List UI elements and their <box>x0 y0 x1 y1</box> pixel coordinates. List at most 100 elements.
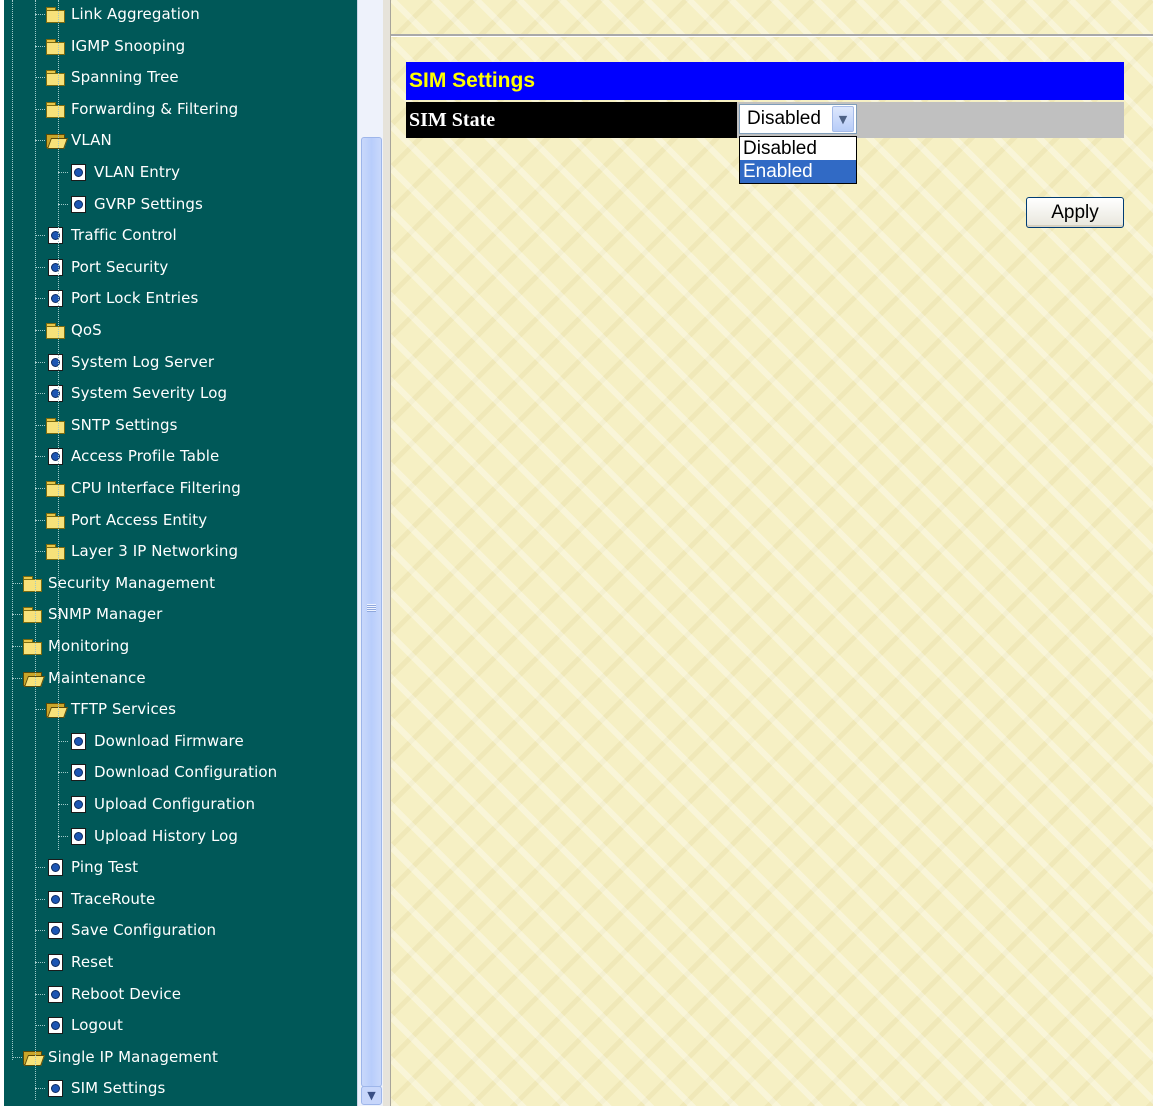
nav-item[interactable]: VLAN <box>45 129 112 151</box>
nav-item[interactable]: IGMP Snooping <box>45 35 185 57</box>
top-divider <box>391 34 1153 37</box>
nav-scrollbar[interactable]: ▼ <box>357 0 384 1106</box>
nav-item[interactable]: Download Configuration <box>68 761 277 783</box>
chevron-down-icon[interactable]: ▼ <box>832 106 854 132</box>
nav-item-label: GVRP Settings <box>94 194 203 213</box>
page-icon <box>45 227 65 245</box>
nav-item[interactable]: Forwarding & Filtering <box>45 98 238 120</box>
sim-state-selected-value: Disabled <box>747 108 821 129</box>
nav-item-label: Access Profile Table <box>71 447 220 466</box>
tree-connector <box>35 519 45 521</box>
nav-item[interactable]: Save Configuration <box>45 919 216 941</box>
page-title-bar: SIM Settings <box>406 62 1124 100</box>
tree-connector <box>58 772 68 774</box>
nav-item[interactable]: Single IP Management <box>22 1046 218 1068</box>
nav-item[interactable]: GVRP Settings <box>68 193 203 215</box>
page-icon <box>68 164 88 181</box>
page-icon <box>68 732 88 750</box>
nav-item[interactable]: System Severity Log <box>45 382 227 404</box>
nav-item[interactable]: Spanning Tree <box>45 66 179 88</box>
tree-guide-line <box>12 0 13 1060</box>
nav-item-label: Single IP Management <box>48 1047 218 1066</box>
nav-item[interactable]: Layer 3 IP Networking <box>45 540 238 562</box>
nav-item-label: Upload Configuration <box>94 795 256 813</box>
folder-icon <box>45 101 65 118</box>
nav-item[interactable]: Port Security <box>45 256 168 278</box>
nav-item[interactable]: Link Aggregation <box>45 3 200 25</box>
scrollbar-grip-icon <box>367 604 376 612</box>
nav-item-label: Maintenance <box>48 668 146 687</box>
nav-item[interactable]: VLAN Entry <box>68 161 180 183</box>
nav-item[interactable]: CPU Interface Filtering <box>45 477 241 499</box>
folder-open-icon <box>45 132 65 149</box>
apply-button[interactable]: Apply <box>1026 197 1124 228</box>
nav-item[interactable]: System Log Server <box>45 351 214 373</box>
page-icon <box>45 1017 65 1035</box>
nav-item[interactable]: Port Access Entity <box>45 509 207 531</box>
tree-connector <box>58 804 68 805</box>
dropdown-option-enabled[interactable]: Enabled <box>740 160 856 183</box>
tree-connector <box>35 330 45 331</box>
nav-item[interactable]: Ping Test <box>45 856 138 878</box>
nav-item[interactable]: Traffic Control <box>45 224 177 246</box>
tree-connector <box>58 203 68 205</box>
nav-item[interactable]: SNTP Settings <box>45 414 178 436</box>
folder-icon <box>45 417 65 434</box>
nav-item[interactable]: Monitoring <box>22 635 129 657</box>
sim-state-select[interactable]: Disabled ▼ <box>739 104 857 134</box>
nav-item[interactable]: Port Lock Entries <box>45 287 198 309</box>
nav-item-label: Link Aggregation <box>71 5 200 23</box>
nav-item[interactable]: TraceRoute <box>45 888 155 910</box>
nav-item[interactable]: QoS <box>45 319 102 341</box>
tree-connector <box>12 1056 22 1058</box>
tree-connector <box>35 14 45 15</box>
nav-item[interactable]: Reboot Device <box>45 983 181 1005</box>
dropdown-option-disabled[interactable]: Disabled <box>740 137 856 160</box>
nav-item-label: TraceRoute <box>71 889 156 908</box>
nav-item[interactable]: Logout <box>45 1014 123 1036</box>
tree-connector <box>12 614 22 616</box>
tree-connector <box>35 108 45 110</box>
sim-state-label-cell: SIM State <box>406 102 737 138</box>
nav-item[interactable]: Upload History Log <box>68 825 238 847</box>
tree-connector <box>35 361 45 363</box>
tree-connector <box>35 993 45 995</box>
tree-connector <box>58 835 68 837</box>
page-icon <box>45 290 65 308</box>
nav-item[interactable]: Security Management <box>22 572 215 594</box>
nav-item-label: Ping Test <box>71 858 139 877</box>
nav-item[interactable]: Maintenance <box>22 667 146 689</box>
nav-item[interactable]: SIM Settings <box>45 1077 165 1099</box>
nav-item-label: Logout <box>71 1016 123 1035</box>
tree-connector <box>35 551 45 553</box>
frame-splitter[interactable] <box>383 0 391 1106</box>
nav-item-label: Save Configuration <box>71 921 217 940</box>
nav-item-label: Reset <box>71 953 114 971</box>
scrollbar-thumb[interactable] <box>361 137 382 1087</box>
sim-state-label: SIM State <box>409 108 496 131</box>
page-title: SIM Settings <box>409 69 536 92</box>
folder-icon <box>45 322 65 339</box>
tree-guide-line <box>58 0 59 850</box>
nav-item[interactable]: SNMP Manager <box>22 603 162 625</box>
tree-connector <box>35 77 45 79</box>
folder-icon <box>45 6 65 23</box>
nav-item[interactable]: Access Profile Table <box>45 445 219 467</box>
page-icon <box>45 922 65 940</box>
nav-item[interactable]: TFTP Services <box>45 698 176 720</box>
tree-connector <box>12 677 22 679</box>
nav-item-label: SNMP Manager <box>48 605 163 624</box>
nav-item-label: Port Security <box>71 257 169 276</box>
page-icon <box>45 258 65 276</box>
nav-item[interactable]: Upload Configuration <box>68 793 255 815</box>
scroll-down-arrow-icon[interactable]: ▼ <box>361 1086 382 1105</box>
tree-connector <box>35 298 45 300</box>
nav-item[interactable]: Download Firmware <box>68 730 244 752</box>
page-icon <box>45 448 65 466</box>
nav-item[interactable]: Reset <box>45 951 113 973</box>
tree-connector <box>35 1088 45 1090</box>
folder-icon <box>45 38 65 55</box>
nav-item-label: TFTP Services <box>71 700 177 719</box>
folder-icon <box>45 512 65 529</box>
nav-item-label: IGMP Snooping <box>71 36 186 55</box>
